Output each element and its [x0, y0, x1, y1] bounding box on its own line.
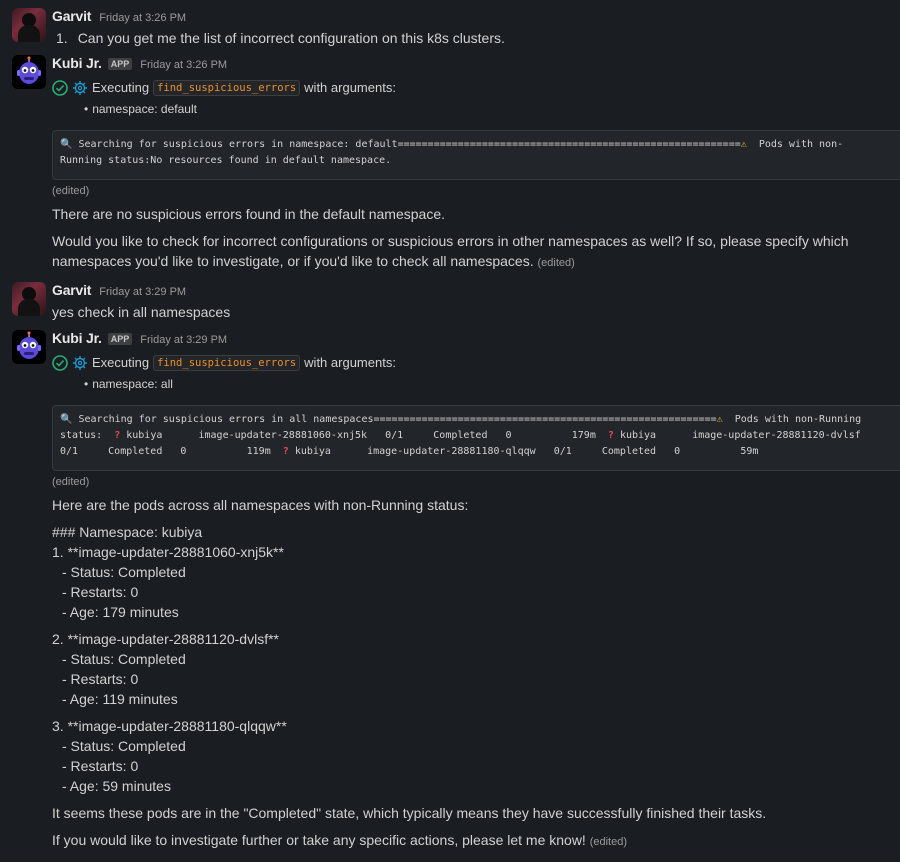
edited-label: (edited): [589, 836, 628, 848]
message-garvit-1: Garvit Friday at 3:26 PM 1. Can you get m…: [0, 8, 900, 48]
pod-status: - Status: Completed: [62, 651, 186, 667]
argument-item: namespace: all: [52, 374, 900, 394]
code-line: Pods with non-Running: [722, 414, 862, 425]
avatar[interactable]: [12, 55, 46, 89]
edited-label: (edited): [52, 476, 90, 488]
check-circle-icon: [52, 355, 68, 371]
message-text: yes check in all namespaces: [52, 304, 231, 320]
function-name: find_suspicious_errors: [153, 355, 301, 371]
list-item: 3. **image-updater-28881180-qlqqw** - St…: [52, 716, 900, 796]
paragraph-text: If you would like to investigate further…: [52, 832, 586, 848]
message-paragraph: There are no suspicious errors found in …: [52, 206, 446, 222]
message-garvit-2: Garvit Friday at 3:29 PM yes check in al…: [0, 282, 900, 322]
pod-restarts: - Restarts: 0: [62, 584, 139, 600]
avatar[interactable]: [12, 330, 46, 364]
robot-icon: [17, 56, 41, 84]
app-badge: APP: [107, 58, 133, 70]
pod-title: 1. **image-updater-28881060-xnj5k**: [52, 544, 284, 560]
timestamp[interactable]: Friday at 3:26 PM: [99, 12, 186, 24]
list-item: 2. **image-updater-28881120-dvlsf** - St…: [52, 629, 900, 709]
exec-suffix: with arguments:: [304, 80, 396, 95]
timestamp[interactable]: Friday at 3:26 PM: [140, 59, 227, 71]
edited-label: (edited): [52, 185, 90, 197]
exec-prefix: Executing: [92, 355, 150, 370]
code-line: Pods with non-: [746, 139, 844, 150]
exec-suffix: with arguments:: [304, 355, 396, 370]
message-text: 1. Can you get me the list of incorrect c…: [52, 28, 900, 48]
function-name: find_suspicious_errors: [153, 80, 301, 96]
paragraph-line: Would you like to check for incorrect co…: [52, 233, 849, 249]
argument-item: namespace: default: [52, 99, 900, 119]
code-line: Running status:No resources found in def…: [60, 155, 392, 166]
message-paragraph: Here are the pods across all namespaces …: [52, 497, 469, 513]
avatar[interactable]: [12, 282, 46, 316]
author-name[interactable]: Kubi Jr.: [52, 55, 102, 71]
code-line: Searching for suspicious errors in all n…: [78, 414, 717, 425]
pod-age: - Age: 59 minutes: [62, 778, 171, 794]
timestamp[interactable]: Friday at 3:29 PM: [140, 334, 227, 346]
message-paragraph: It seems these pods are in the "Complete…: [52, 805, 767, 821]
message-paragraph: Would you like to check for incorrect co…: [52, 231, 900, 273]
pod-restarts: - Restarts: 0: [62, 758, 139, 774]
execution-status: Executing find_suspicious_errors with ar…: [52, 77, 900, 99]
edited-label: (edited): [537, 257, 575, 269]
exec-prefix: Executing: [92, 80, 150, 95]
code-line: kubiya image-updater-28881120-dvlsf: [613, 430, 861, 441]
pod-status: - Status: Completed: [62, 564, 186, 580]
magnifier-icon: 🔍: [60, 414, 73, 425]
app-badge: APP: [107, 333, 133, 345]
pod-title: 2. **image-updater-28881120-dvlsf**: [52, 631, 279, 647]
code-line: 0/1 Completed 0 119m: [60, 446, 283, 457]
message-kubi-1: Kubi Jr. APP Friday at 3:26 PM Executing…: [0, 55, 900, 273]
execution-status: Executing find_suspicious_errors with ar…: [52, 352, 900, 374]
list-number: 1.: [56, 30, 68, 46]
message-kubi-2: Kubi Jr. APP Friday at 3:29 PM Executing…: [0, 330, 900, 852]
code-line: kubiya image-updater-28881060-xnj5k 0/1 …: [120, 430, 608, 441]
author-name[interactable]: Garvit: [52, 282, 91, 298]
gear-icon: [73, 81, 87, 95]
magnifier-icon: 🔍: [60, 139, 73, 150]
gear-icon: [73, 356, 87, 370]
namespace-heading: ### Namespace: kubiya: [52, 524, 203, 540]
robot-icon: [17, 331, 41, 359]
code-line: status:: [60, 430, 115, 441]
code-block[interactable]: 🔍 Searching for suspicious errors in nam…: [52, 130, 900, 180]
message-paragraph: If you would like to investigate further…: [52, 830, 900, 852]
paragraph-line: namespaces you'd like to investigate, or…: [52, 253, 534, 269]
pod-restarts: - Restarts: 0: [62, 671, 139, 687]
check-circle-icon: [52, 80, 68, 96]
code-block[interactable]: 🔍 Searching for suspicious errors in all…: [52, 405, 900, 471]
author-name[interactable]: Garvit: [52, 8, 91, 24]
pod-age: - Age: 179 minutes: [62, 604, 179, 620]
code-line: Searching for suspicious errors in names…: [78, 139, 741, 150]
list-item: 1. **image-updater-28881060-xnj5k** - St…: [52, 542, 900, 622]
timestamp[interactable]: Friday at 3:29 PM: [99, 286, 186, 298]
pod-list: 1. **image-updater-28881060-xnj5k** - St…: [52, 542, 900, 796]
author-name[interactable]: Kubi Jr.: [52, 330, 102, 346]
pod-age: - Age: 119 minutes: [62, 691, 178, 707]
pod-status: - Status: Completed: [62, 738, 186, 754]
list-item-text: Can you get me the list of incorrect con…: [77, 30, 505, 46]
code-line: kubiya image-updater-28881180-qlqqw 0/1 …: [288, 446, 759, 457]
pod-title: 3. **image-updater-28881180-qlqqw**: [52, 718, 287, 734]
avatar[interactable]: [12, 8, 46, 42]
